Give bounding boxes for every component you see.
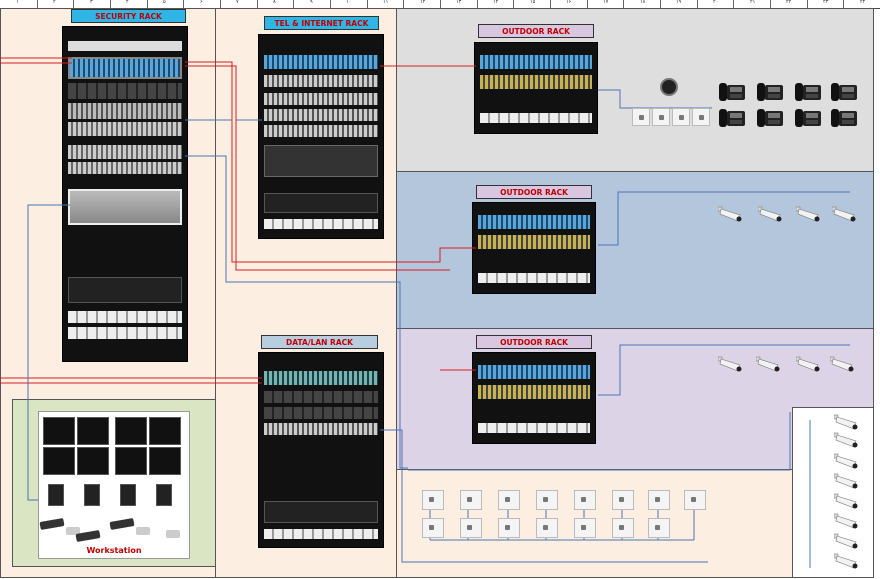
wifi-access-point-icon: [660, 78, 678, 96]
network-outlet-icon: [460, 518, 482, 538]
workstation-label: Workstation: [86, 546, 142, 555]
cctv-camera-icon: [834, 453, 858, 469]
monitor-icon: [43, 417, 75, 445]
cctv-camera-icon: [834, 414, 858, 430]
monitor-icon: [115, 447, 147, 475]
monitor-icon: [149, 447, 181, 475]
network-diagram: ۱ ۲ ۳ ۴ ۵ ۶ ۷ ۸ ۹ ۱۰ ۱۱ ۱۲ ۱۳ ۱۴ ۱۵ ۱۶ ۱۷ ۱۸ ۱۹ ۲۰ ۲۱ ۲۲ ۲۳ ۲۴ …: [0, 0, 880, 579]
mouse-icon: [136, 527, 150, 535]
monitor-icon: [77, 447, 109, 475]
ip-phone-icon: [757, 83, 783, 101]
network-outlet-icon: [498, 490, 520, 510]
monitor-icon: [77, 417, 109, 445]
network-outlet-icon: [648, 490, 670, 510]
mouse-icon: [166, 530, 180, 538]
cctv-camera-icon: [834, 432, 858, 448]
network-outlet-icon: [536, 490, 558, 510]
ip-phone-icon: [795, 109, 821, 127]
network-outlet-icon: [672, 108, 690, 126]
network-outlet-icon: [684, 490, 706, 510]
pc-tower-icon: [48, 484, 64, 506]
cctv-camera-icon: [830, 356, 854, 372]
network-outlet-icon: [652, 108, 670, 126]
cctv-camera-icon: [796, 206, 820, 222]
cctv-camera-icon: [834, 493, 858, 509]
cctv-camera-icon: [834, 513, 858, 529]
network-outlet-icon: [632, 108, 650, 126]
ip-phone-icon: [719, 109, 745, 127]
network-outlet-icon: [574, 490, 596, 510]
cctv-camera-icon: [718, 206, 742, 222]
network-outlet-icon: [648, 518, 670, 538]
ip-phone-icon: [831, 83, 857, 101]
pc-tower-icon: [120, 484, 136, 506]
pc-tower-icon: [156, 484, 172, 506]
network-outlet-icon: [422, 490, 444, 510]
network-outlet-icon: [574, 518, 596, 538]
network-outlet-icon: [498, 518, 520, 538]
pc-tower-icon: [84, 484, 100, 506]
monitor-icon: [43, 447, 75, 475]
network-outlet-icon: [422, 518, 444, 538]
ip-phone-icon: [795, 83, 821, 101]
cctv-camera-icon: [756, 356, 780, 372]
network-outlet-icon: [612, 518, 634, 538]
network-outlet-icon: [612, 490, 634, 510]
network-outlet-icon: [460, 490, 482, 510]
network-outlet-icon: [536, 518, 558, 538]
ip-phone-icon: [719, 83, 745, 101]
cctv-camera-icon: [834, 473, 858, 489]
cctv-camera-icon: [834, 533, 858, 549]
ip-phone-icon: [831, 109, 857, 127]
cctv-camera-icon: [796, 356, 820, 372]
cctv-camera-icon: [718, 356, 742, 372]
network-outlet-icon: [692, 108, 710, 126]
cctv-camera-icon: [758, 206, 782, 222]
cctv-camera-icon: [832, 206, 856, 222]
monitor-icon: [149, 417, 181, 445]
cctv-camera-icon: [834, 553, 858, 569]
ip-phone-icon: [757, 109, 783, 127]
monitor-icon: [115, 417, 147, 445]
